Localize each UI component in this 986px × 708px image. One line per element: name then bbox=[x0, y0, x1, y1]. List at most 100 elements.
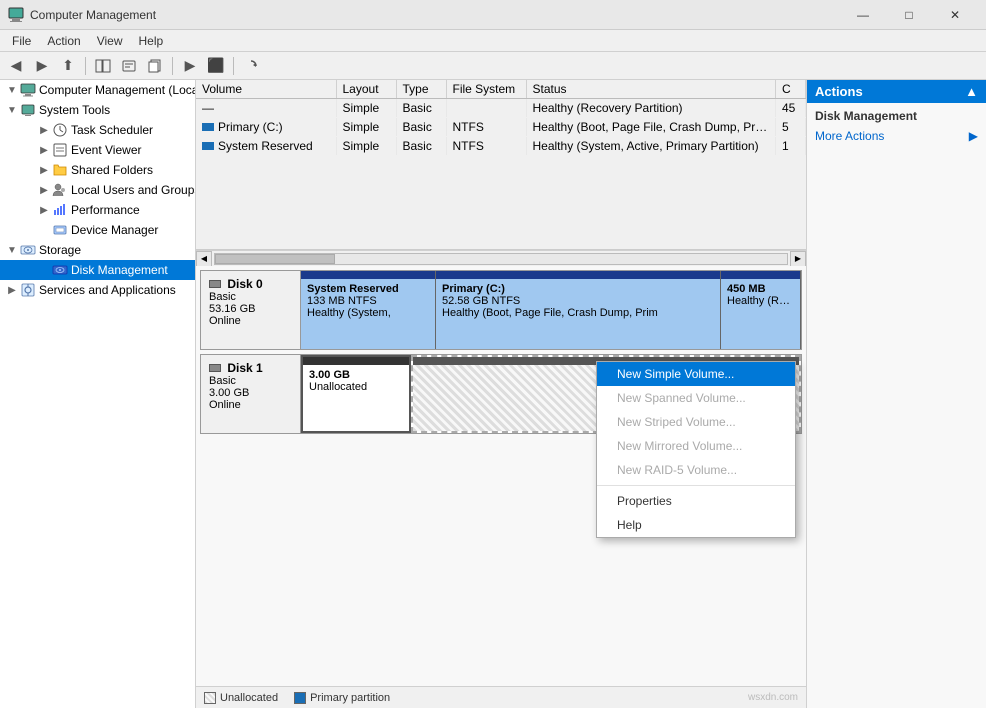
ctx-new-mirrored[interactable]: New Mirrored Volume... bbox=[597, 434, 795, 458]
scroll-right-btn[interactable]: ▶ bbox=[790, 251, 806, 267]
scroll-thumb[interactable] bbox=[215, 254, 335, 264]
cell-layout: Simple bbox=[336, 137, 396, 156]
sidebar-item-system-tools[interactable]: ▼ System Tools bbox=[0, 100, 195, 120]
ctx-new-simple[interactable]: New Simple Volume... bbox=[597, 362, 795, 386]
menu-help[interactable]: Help bbox=[131, 32, 172, 50]
legend-unallocated: Unallocated bbox=[204, 692, 278, 704]
disk-0-status: Online bbox=[209, 315, 292, 327]
disk-0-part-recovery[interactable]: 450 MB Healthy (Recovery Part bbox=[721, 271, 801, 349]
disk-1-name: Disk 1 bbox=[209, 361, 292, 375]
storage-label: Storage bbox=[39, 243, 81, 257]
ctx-new-raid5[interactable]: New RAID-5 Volume... bbox=[597, 458, 795, 482]
sidebar-item-device-manager[interactable]: ▶ Device Manager bbox=[0, 220, 195, 240]
storage-icon bbox=[20, 242, 36, 258]
ctx-help[interactable]: Help bbox=[597, 513, 795, 537]
ctx-properties[interactable]: Properties bbox=[597, 489, 795, 513]
legend-unalloc-box bbox=[204, 692, 216, 704]
sidebar-root[interactable]: ▼ Computer Management (Local bbox=[0, 80, 195, 100]
table-row[interactable]: System Reserved Simple Basic NTFS Health… bbox=[196, 137, 806, 156]
performance-icon bbox=[52, 202, 68, 218]
toolbar-sep1 bbox=[85, 57, 86, 75]
menu-view[interactable]: View bbox=[89, 32, 131, 50]
horizontal-scrollbar[interactable]: ◀ ▶ bbox=[196, 250, 806, 266]
toolbar-run[interactable]: ▶ bbox=[178, 55, 202, 77]
scroll-track[interactable] bbox=[214, 253, 788, 265]
expand-event-viewer: ▶ bbox=[36, 142, 52, 158]
table-row[interactable]: — Simple Basic Healthy (Recovery Partiti… bbox=[196, 99, 806, 118]
disk-0-size: 53.16 GB bbox=[209, 303, 292, 315]
sidebar-item-disk-management[interactable]: ▶ Disk Management bbox=[0, 260, 195, 280]
status-bar: Unallocated Primary partition wsxdn.com bbox=[196, 686, 806, 708]
disk-0-part-system[interactable]: System Reserved 133 MB NTFS Healthy (Sys… bbox=[301, 271, 436, 349]
task-scheduler-label: Task Scheduler bbox=[71, 123, 153, 137]
task-scheduler-icon bbox=[52, 122, 68, 138]
volume-area: Volume Layout Type File System Status C … bbox=[196, 80, 806, 250]
app-icon bbox=[8, 7, 24, 23]
toolbar-properties[interactable] bbox=[117, 55, 141, 77]
more-actions-label: More Actions bbox=[815, 129, 884, 143]
toolbar-refresh[interactable] bbox=[239, 55, 263, 77]
menu-action[interactable]: Action bbox=[39, 32, 88, 50]
sidebar-root-label: Computer Management (Local bbox=[39, 83, 196, 97]
maximize-button[interactable]: □ bbox=[886, 0, 932, 30]
right-panel: Volume Layout Type File System Status C … bbox=[196, 80, 806, 708]
part-name-system: System Reserved bbox=[307, 283, 429, 295]
sidebar-item-label: System Tools bbox=[39, 103, 110, 117]
toolbar-show-hide[interactable] bbox=[91, 55, 115, 77]
sidebar-item-shared-folders[interactable]: ▶ Shared Folders bbox=[0, 160, 195, 180]
window-title: Computer Management bbox=[30, 8, 156, 22]
part-unalloc-size: 3.00 GB bbox=[309, 369, 403, 381]
part-body-unalloc: 3.00 GB Unallocated bbox=[303, 365, 409, 431]
scroll-left-btn[interactable]: ◀ bbox=[196, 251, 212, 267]
disk-1-part-unalloc[interactable]: 3.00 GB Unallocated bbox=[301, 355, 411, 433]
toolbar-back[interactable]: ◀ bbox=[4, 55, 28, 77]
expand-storage: ▼ bbox=[4, 242, 20, 258]
part-name-primary: Primary (C:) bbox=[442, 283, 714, 295]
toolbar: ◀ ▶ ⬆ ▶ ⬛ bbox=[0, 52, 986, 80]
ctx-new-striped[interactable]: New Striped Volume... bbox=[597, 410, 795, 434]
part-status-recovery: Healthy (Recovery Part bbox=[727, 295, 794, 307]
col-volume[interactable]: Volume bbox=[196, 80, 336, 99]
disk-0-part-primary[interactable]: Primary (C:) 52.58 GB NTFS Healthy (Boot… bbox=[436, 271, 721, 349]
cell-layout: Simple bbox=[336, 118, 396, 137]
part-unalloc-label: Unallocated bbox=[309, 381, 403, 393]
sidebar-item-event-viewer[interactable]: ▶ Event Viewer bbox=[0, 140, 195, 160]
cell-type: Basic bbox=[396, 137, 446, 156]
actions-more[interactable]: More Actions ▶ bbox=[807, 125, 986, 147]
minimize-button[interactable]: — bbox=[840, 0, 886, 30]
sidebar-item-task-scheduler[interactable]: ▶ Task Scheduler bbox=[0, 120, 195, 140]
ctx-new-spanned[interactable]: New Spanned Volume... bbox=[597, 386, 795, 410]
table-row[interactable]: Primary (C:) Simple Basic NTFS Healthy (… bbox=[196, 118, 806, 137]
col-c[interactable]: C bbox=[776, 80, 806, 99]
sidebar-item-local-users[interactable]: ▶ Local Users and Groups bbox=[0, 180, 195, 200]
toolbar-stop[interactable]: ⬛ bbox=[204, 55, 228, 77]
local-users-icon bbox=[52, 182, 68, 198]
actions-collapse-icon[interactable]: ▲ bbox=[965, 84, 978, 99]
disk-0-info: Disk 0 Basic 53.16 GB Online bbox=[201, 271, 301, 349]
menu-file[interactable]: File bbox=[4, 32, 39, 50]
col-filesystem[interactable]: File System bbox=[446, 80, 526, 99]
col-status[interactable]: Status bbox=[526, 80, 776, 99]
sidebar-item-performance[interactable]: ▶ Performance bbox=[0, 200, 195, 220]
actions-disk-management: Disk Management bbox=[807, 103, 986, 125]
part-status-system: Healthy (System, bbox=[307, 307, 429, 319]
sidebar-item-storage[interactable]: ▼ Storage bbox=[0, 240, 195, 260]
cell-layout: Simple bbox=[336, 99, 396, 118]
toolbar-up[interactable]: ⬆ bbox=[56, 55, 80, 77]
watermark: wsxdn.com bbox=[748, 692, 798, 703]
context-menu: New Simple Volume... New Spanned Volume.… bbox=[596, 361, 796, 538]
col-layout[interactable]: Layout bbox=[336, 80, 396, 99]
toolbar-copy[interactable] bbox=[143, 55, 167, 77]
expand-services: ▶ bbox=[4, 282, 20, 298]
close-button[interactable]: ✕ bbox=[932, 0, 978, 30]
expand-root: ▼ bbox=[4, 82, 20, 98]
cell-type: Basic bbox=[396, 99, 446, 118]
cell-volume: — bbox=[196, 99, 336, 118]
toolbar-forward[interactable]: ▶ bbox=[30, 55, 54, 77]
event-viewer-label: Event Viewer bbox=[71, 143, 141, 157]
sidebar-item-services[interactable]: ▶ Services and Applications bbox=[0, 280, 195, 300]
menu-bar: File Action View Help bbox=[0, 30, 986, 52]
expand-shared-folders: ▶ bbox=[36, 162, 52, 178]
device-manager-label: Device Manager bbox=[71, 223, 158, 237]
col-type[interactable]: Type bbox=[396, 80, 446, 99]
